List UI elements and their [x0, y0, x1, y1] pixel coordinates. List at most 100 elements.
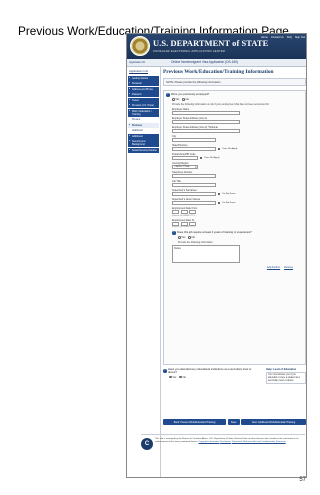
- date-from-month[interactable]: [180, 210, 188, 214]
- application-id-label: Application ID: [129, 60, 146, 64]
- footer-text-block: This site is managed by the Bureau of Co…: [155, 438, 305, 450]
- job-title-input[interactable]: [172, 183, 216, 187]
- yes-option[interactable]: Yes: [169, 376, 176, 379]
- instructions-text: Provide the following information on all…: [172, 103, 270, 106]
- consular-logo-icon: C: [141, 438, 153, 450]
- save-button[interactable]: Save: [227, 419, 240, 425]
- sidebar-item-social-security-number[interactable]: Social Security Number: [128, 147, 159, 153]
- employment-panel: ? Were you previously employed? Yes No P…: [163, 90, 306, 365]
- date-to-month[interactable]: [180, 221, 188, 226]
- sidebar-item-security-and-background[interactable]: Security and Background: [128, 139, 159, 147]
- postal-na-label: Does Not Apply: [204, 157, 220, 159]
- supervisor-given-input[interactable]: [172, 201, 216, 205]
- date-to-hint: (Format: DD-MMM-YYYY): [172, 226, 196, 228]
- date-to-row: [172, 221, 303, 226]
- education-question-block: ? Have you attended any educational inst…: [163, 368, 258, 384]
- page-title: Previous Work/Education/Training Informa…: [163, 69, 274, 75]
- help-box: Help: Level of Education You must answer…: [266, 368, 306, 385]
- top-link-faq[interactable]: FAQ: [287, 36, 292, 39]
- no-option[interactable]: No: [179, 376, 186, 379]
- street1-field: Employer Street Address (Line 1): [172, 117, 303, 124]
- no-option[interactable]: No: [188, 236, 195, 239]
- supervisor-surname-row: Do Not Know: [172, 192, 303, 196]
- state-na-checkbox[interactable]: [218, 147, 221, 151]
- radio-no[interactable]: [188, 236, 191, 239]
- surname-dnk-checkbox[interactable]: [218, 192, 221, 196]
- sidebar-header[interactable]: Application Info: [127, 67, 160, 75]
- next-button[interactable]: Next: Additional Work/Education/Training: [241, 419, 306, 425]
- date-from-day[interactable]: [172, 210, 179, 214]
- sidebar-item-passport[interactable]: Passport: [128, 92, 159, 97]
- state-na-label: Does Not Apply: [222, 148, 238, 150]
- date-to-day[interactable]: [172, 221, 179, 226]
- form-title-strip: Application ID Online Nonimmigrant Visa …: [127, 59, 306, 67]
- help-icon[interactable]: ?: [166, 93, 170, 97]
- telephone-input[interactable]: [172, 174, 216, 178]
- sidebar-item-additional[interactable]: Additional: [128, 133, 159, 139]
- sidebar-item-getting-started[interactable]: Getting Started: [128, 75, 159, 81]
- employer-name-input[interactable]: [172, 111, 240, 115]
- back-button[interactable]: Back: Present Work/Education/Training: [163, 419, 227, 425]
- postal-field: Postal Zone/ZIP Code Does Not Apply: [172, 153, 303, 160]
- note-bar: NOTE: Please provide the following infor…: [163, 78, 306, 86]
- question-label: Were you previously employed?: [171, 93, 210, 97]
- yes-label: Yes: [172, 375, 177, 379]
- no-label: No: [185, 98, 189, 101]
- sidebar-item-address-and-phone[interactable]: Address and Phone: [128, 86, 159, 92]
- employer-name-field: Employer Name: [172, 108, 303, 115]
- supervisor-surname-input[interactable]: [172, 192, 216, 196]
- sidebar: Application Info Getting StartedPersonal…: [127, 67, 161, 477]
- supervisor-surname-field: Supervisor's Surnames Do Not Know: [172, 189, 303, 196]
- agency-subtitle: CONSULAR ELECTRONIC APPLICATION CENTER: [153, 50, 226, 53]
- street1-input[interactable]: [172, 120, 240, 124]
- date-from-hint: (Format: DD-MMM-YYYY): [172, 214, 196, 217]
- remove-link[interactable]: Remove: [284, 266, 293, 269]
- postal-input[interactable]: [172, 156, 198, 160]
- sidebar-item-present[interactable]: Present: [128, 117, 159, 122]
- sidebar-item-personal[interactable]: Personal: [128, 81, 159, 86]
- date-to-year[interactable]: [189, 221, 196, 226]
- city-field: City: [172, 135, 303, 142]
- yes-option[interactable]: Yes: [178, 236, 185, 239]
- sidebar-item-additional[interactable]: Additional: [128, 128, 159, 133]
- top-link-sign-out[interactable]: Sign Out: [295, 36, 305, 39]
- date-from-field: Employment Date From (Format: DD-MMM-YYY…: [172, 207, 303, 217]
- state-input[interactable]: [172, 147, 216, 151]
- page-number: 57: [299, 477, 306, 483]
- postal-na-checkbox[interactable]: [200, 156, 203, 160]
- education-question: ? Have you attended any educational inst…: [163, 368, 258, 374]
- given-dnk-checkbox[interactable]: [218, 201, 221, 205]
- radio-no[interactable]: [179, 375, 182, 379]
- footer-link-paperwork[interactable]: Paperwork Reduction Act and Confidential…: [232, 441, 286, 443]
- sidebar-item-previous-u-s-travel[interactable]: Previous U.S. Travel: [128, 103, 159, 108]
- top-link-home[interactable]: Home: [261, 36, 268, 39]
- describe-label: Provide the following information:: [178, 241, 214, 244]
- date-from-year[interactable]: [189, 210, 196, 214]
- add-remove-links: Add Another Remove: [166, 266, 303, 269]
- street2-input[interactable]: [172, 129, 240, 133]
- given-dnk-label: Do Not Know: [222, 202, 236, 204]
- add-another-link[interactable]: Add Another: [267, 266, 280, 269]
- sidebar-item-work-education-training[interactable]: Work / Education / Training: [128, 108, 159, 117]
- footer-link-copyright[interactable]: Copyright Information: [199, 441, 220, 443]
- duties-textarea[interactable]: Duties: [172, 245, 240, 263]
- help-icon[interactable]: ?: [163, 369, 167, 373]
- screenshot-frame: U.S. DEPARTMENT of STATE CONSULAR ELECTR…: [126, 33, 307, 478]
- radio-no[interactable]: [182, 98, 185, 101]
- street2-field: Employer Street Address (Line 2) *Option…: [172, 126, 303, 133]
- education-question-row: ? Have you attended any educational inst…: [163, 368, 306, 385]
- yes-option[interactable]: Yes: [172, 98, 179, 101]
- sidebar-item-travel[interactable]: Travel: [128, 97, 159, 103]
- country-field: Country/Region - SELECT ONE -: [172, 162, 303, 169]
- sidebar-item-previous[interactable]: Previous: [128, 122, 159, 128]
- page-footer: C This site is managed by the Bureau of …: [141, 434, 305, 450]
- footer-link-disclaimers[interactable]: Disclaimers: [220, 441, 231, 443]
- country-select[interactable]: - SELECT ONE -: [172, 165, 198, 169]
- duties-label: Duties: [174, 247, 181, 250]
- no-option[interactable]: No: [182, 98, 189, 101]
- city-input[interactable]: [172, 138, 216, 142]
- top-link-contact[interactable]: Contact Us: [271, 36, 284, 39]
- help-icon[interactable]: ?: [172, 231, 176, 235]
- training-question-label: Does this job require at least 2 years o…: [177, 231, 252, 235]
- help-box-body: You must answer yes if you attended or w…: [266, 372, 306, 385]
